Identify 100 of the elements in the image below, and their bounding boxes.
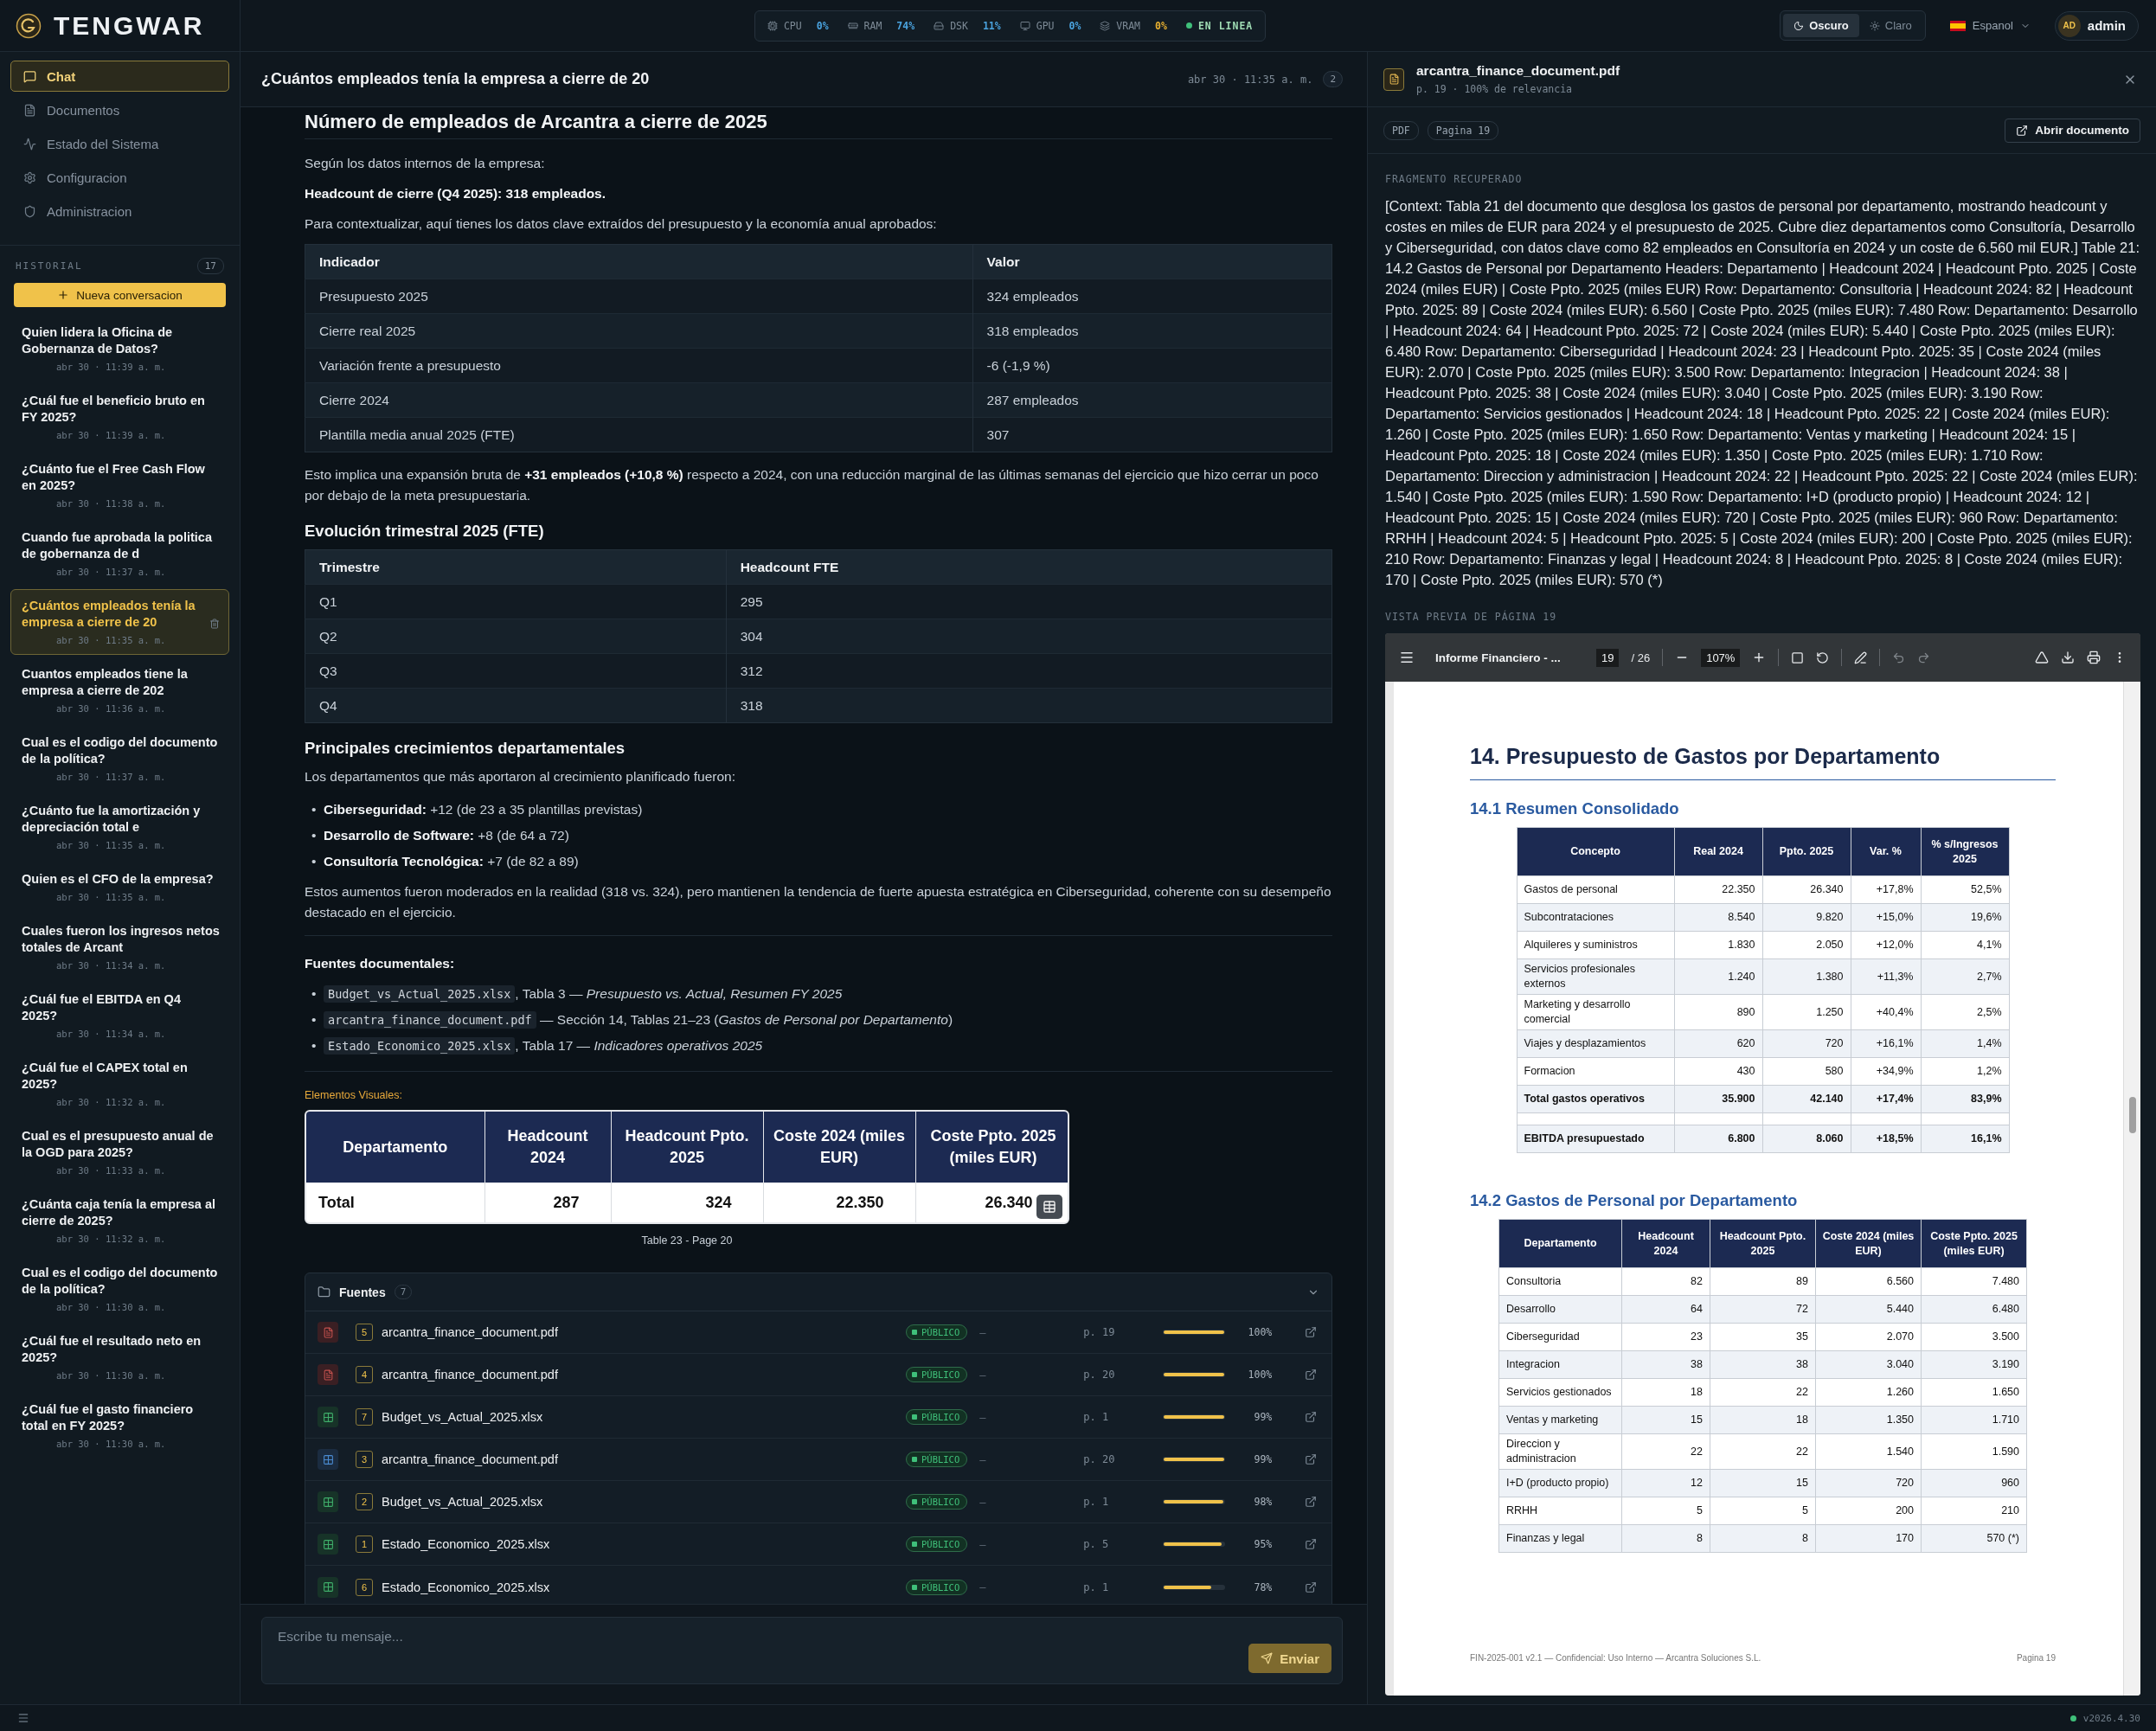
answer-heading: Número de empleados de Arcantra a cierre de 2025 — [305, 111, 1332, 139]
history-item[interactable]: Quien es el CFO de la empresa? abr 30 · 11:35 a. m. — [10, 862, 229, 912]
fit-page-icon[interactable] — [1791, 651, 1805, 664]
page-number: Pagina 19 — [2016, 1653, 2056, 1663]
open-document-button[interactable]: Abrir documento — [2005, 118, 2140, 143]
table-cell: Gastos de personal — [1517, 875, 1674, 904]
external-link-icon[interactable] — [1305, 1369, 1318, 1381]
grid-icon — [322, 1496, 334, 1508]
table-cell: 720 — [1815, 1469, 1922, 1497]
table-cell: Cierre real 2025 — [305, 313, 973, 349]
source-file-name[interactable]: arcantra_finance_document.pdf — [382, 1368, 906, 1382]
history-item[interactable]: ¿Cuál fue el CAPEX total en 2025? abr 30 · 11:32 a. m. — [10, 1051, 229, 1117]
message-input[interactable]: Escribe tu mensaje... Enviar — [261, 1617, 1343, 1684]
theme-option[interactable]: Oscuro — [1783, 14, 1859, 37]
table-cell: 1,4% — [1921, 1029, 2009, 1058]
nav-item[interactable]: Chat — [10, 61, 229, 92]
source-detail: – — [979, 1580, 987, 1593]
fragment-text: [Context: Tabla 21 del documento que desglosa los gastos de personal por departamento, mostrando headcount y costes en miles de EUR para 2024 y el presupuesto de 2025. Cubre diez departamentos como Consultoría, Desarrollo y Ciberseguridad, con datos clave como 82 empleados en Consultoría en 2024 y un coste de 6.560 mil EUR.] Table 21: 14.2 Gastos de Personal por Departamento Headers: Departamento | Headcount 2024 | Headcount Ppto. 2025 | Coste 2024 (miles EUR) | Coste Ppto. 2025 (miles EUR) Row: Departamento: Consultoria | Headcount 2024: 82 | Headcount Ppto. 2025: 89 | Coste 2024 (miles EUR): 6.560 | Coste Ppto. 2025 (miles EUR): 7.480 Row: Departamento: Desarrollo | Headcount 2024: 64 | Headcount Ppto. 2025: 72 | Coste 2024 (miles EUR): 5.440 | Coste Ppto. 2025 (miles EUR): 6.480 Row: Departamento: Ciberseguridad | Headcount 2024: 23 | Headcount Ppto. 2025: 35 | Coste 2024 (miles EUR): 2.070 | Coste Ppto. 2025 (miles EUR): 3.500 Row: Departamento: Integracion | Headcount 2024: 38 | Headcount Ppto. 2025: 38 | Coste 2024 (miles EUR): 3.040 | Coste Ppto. 2025 (miles EUR): 3.190 Row: Departamento: Servicios gestionados | Headcount 2024: 18 | Headcount Ppto. 2025: 22 | Coste 2024 (miles EUR): 1.260 | Coste Ppto. 2025 (miles EUR): 1.650 Row: Departamento: Ventas y marketing | Headcount 2024: 15 | Headcount Ppto. 2025: 18 | Coste 2024 (miles EUR): 1.350 | Coste Ppto. 2025 (miles EUR): 1.710 Row: Departamento: Direccion y administracion | Headcount 2024: 22 | Headcount Ppto. 2025: 22 | Coste 2024 (miles EUR): 1.540 | Coste Ppto. 2025 (miles EUR): 1.590 Row: Departamento: I+D (producto propio) | Headcount 2024: 12 | Headcount Ppto. 2025: 15 | Coste 2024 (miles EUR): 720 | Coste Ppto. 2025 (miles EUR): 960 Row: Departamento: RRHH | Headcount 2024: 5 | Headcount Ppto. 2025: 5 | Coste 2024 (miles EUR): 200 | Coste Ppto. 2025 (miles EUR): 210 Row: Departamento: Finanzas y legal | Headcount 2024: 8 | Headcount Ppto. 2025: 8 | Coste 2024 (miles EUR): 170 | Coste Ppto. 2025 (miles EUR): 570 (*) — [1385, 197, 2140, 589]
table-icon-button[interactable] — [1036, 1195, 1062, 1219]
source-file-name[interactable]: arcantra_finance_document.pdf — [382, 1452, 906, 1466]
history-item[interactable]: ¿Cuánto fue la amortización y depreciación total e abr 30 · 11:35 a. m. — [10, 794, 229, 860]
viewer-title: Informe Financiero - ... — [1435, 651, 1562, 664]
table-cell: 8.540 — [1674, 903, 1762, 932]
table-cell: 307 — [972, 417, 1332, 452]
column-header: Coste 2024 (miles EUR) — [763, 1112, 915, 1183]
citation-number: 6 — [356, 1578, 373, 1596]
version-label: v2026.4.30 — [2069, 1712, 2140, 1724]
table-cell: 22 — [1710, 1433, 1816, 1470]
rotate-icon[interactable] — [1816, 651, 1830, 664]
undo-icon[interactable] — [1892, 651, 1906, 664]
download-icon[interactable] — [2061, 651, 2075, 664]
send-button[interactable]: Enviar — [1248, 1644, 1331, 1673]
table-cell: 23 — [1621, 1323, 1710, 1351]
new-conversation-button[interactable]: Nueva conversacion — [14, 283, 226, 307]
table-cell: EBITDA presupuestado — [1517, 1125, 1674, 1153]
history-item[interactable]: ¿Cuál fue el resultado neto en 2025? abr 30 · 11:30 a. m. — [10, 1324, 229, 1390]
history-item[interactable]: Cuantos empleados tiene la empresa a cierre de 202 abr 30 · 11:36 a. m. — [10, 657, 229, 723]
source-file-name[interactable]: Budget_vs_Actual_2025.xlsx — [382, 1495, 906, 1509]
nav-item[interactable]: Documentos — [10, 94, 229, 125]
external-link-icon[interactable] — [1305, 1538, 1318, 1550]
external-link-icon[interactable] — [1305, 1453, 1318, 1465]
source-file-name[interactable]: Estado_Economico_2025.xlsx — [382, 1537, 906, 1551]
table-cell: Q2 — [305, 619, 727, 654]
language-select[interactable]: Espanol — [1944, 18, 2036, 33]
trash-icon[interactable] — [209, 619, 220, 629]
paragraph: Estos aumentos fueron moderados en la realidad (318 vs. 324), pero mantienen la tendencia de fuerte apuesta estratégica en Ciberseguridad, coherente con su desempeño destacado en el ejercicio. — [305, 883, 1332, 921]
relevance-score: 78% — [1253, 1580, 1273, 1593]
access-badge: PÚBLICO — [906, 1367, 968, 1382]
table-cell: 287 — [484, 1183, 611, 1222]
table-cell: Presupuesto 2025 — [305, 279, 973, 314]
column-header: Coste Ppto. 2025 (miles EUR) — [915, 1112, 1068, 1183]
source-file-name[interactable]: Budget_vs_Actual_2025.xlsx — [382, 1410, 906, 1424]
history-item[interactable]: Cual es el codigo del documento de la política? abr 30 · 11:30 a. m. — [10, 1256, 229, 1322]
table-cell: 15 — [1710, 1469, 1816, 1497]
relevance-score: 95% — [1253, 1538, 1273, 1550]
external-link-icon[interactable] — [1305, 1580, 1318, 1593]
metric-value: 0% — [816, 19, 829, 32]
external-link-icon[interactable] — [1305, 1496, 1318, 1508]
history-item[interactable]: ¿Cuánto fue el Free Cash Flow en 2025? abr 30 · 11:38 a. m. — [10, 452, 229, 518]
history-item[interactable]: ¿Cuál fue el gasto financiero total en FY 2025? abr 30 · 11:30 a. m. — [10, 1393, 229, 1459]
list-item: • Consultoría Tecnológica: +7 (de 82 a 89) — [311, 853, 580, 870]
nav-item[interactable]: Administracion — [10, 196, 229, 227]
section-heading: Principales crecimientos departamentales — [305, 739, 626, 758]
table-cell: +15,0% — [1851, 903, 1921, 932]
history-item[interactable]: Cual es el codigo del documento de la política? abr 30 · 11:37 a. m. — [10, 726, 229, 792]
history-item[interactable]: Cual es el presupuesto anual de la OGD para 2025? abr 30 · 11:33 a. m. — [10, 1119, 229, 1185]
grid-icon — [322, 1538, 334, 1550]
table-cell: 22 — [1710, 1378, 1816, 1407]
source-file-name[interactable]: Estado_Economico_2025.xlsx — [382, 1580, 906, 1594]
pen-icon[interactable] — [1854, 651, 1868, 664]
redo-icon[interactable] — [1917, 651, 1931, 664]
table-cell: 210 — [1921, 1497, 2027, 1525]
source-file-name[interactable]: arcantra_finance_document.pdf — [382, 1325, 906, 1339]
table-cell: 5 — [1621, 1497, 1710, 1525]
nav-item[interactable]: Configuracion — [10, 162, 229, 193]
table-cell: 8 — [1621, 1524, 1710, 1553]
zoom-field[interactable]: 107% — [1701, 648, 1741, 667]
history-item[interactable]: ¿Cuántos empleados tenía la empresa a cierre de 20 abr 30 · 11:35 a. m. — [10, 589, 229, 655]
table-cell: 8.060 — [1762, 1125, 1851, 1153]
menu-icon[interactable] — [1399, 650, 1415, 665]
column-header: Coste 2024 (miles EUR) — [1815, 1219, 1922, 1268]
external-link-icon[interactable] — [1305, 1326, 1318, 1338]
history-item[interactable]: ¿Cuánta caja tenía la empresa al cierre de 2025? abr 30 · 11:32 a. m. — [10, 1188, 229, 1253]
nav-item[interactable]: Estado del Sistema — [10, 128, 229, 159]
cpu-icon — [767, 20, 778, 31]
history-item[interactable]: Cuando fue aprobada la politica de gobernanza de d abr 30 · 11:37 a. m. — [10, 521, 229, 587]
table-cell: 8 — [1710, 1524, 1816, 1553]
table-cell: RRHH — [1498, 1497, 1622, 1525]
page-reference: p. 1 — [1083, 1411, 1110, 1423]
theme-option[interactable]: Claro — [1858, 14, 1922, 37]
paragraph: Esto implica una expansión bruta de +31 empleados (+10,8 %) respecto a 2024, con una reducción marginal de las últimas semanas del ejercicio que hizo cerrar un poco por debajo de la meta presupuestaria. — [305, 466, 1319, 504]
history-item[interactable]: ¿Cuál fue el EBITDA en Q4 2025? abr 30 · 11:34 a. m. — [10, 983, 229, 1048]
print-icon[interactable] — [2087, 651, 2101, 664]
history-item[interactable]: Quien lidera la Oficina de Gobernanza de Datos? abr 30 · 11:39 a. m. — [10, 316, 229, 381]
external-link-icon[interactable] — [1305, 1411, 1318, 1423]
user-menu[interactable]: AD admin — [2054, 10, 2139, 41]
history-item[interactable]: ¿Cuál fue el beneficio bruto en FY 2025? abr 30 · 11:39 a. m. — [10, 384, 229, 450]
table-cell: 6.800 — [1674, 1125, 1762, 1153]
history-item[interactable]: Cuales fueron los ingresos netos totales de Arcant abr 30 · 11:34 a. m. — [10, 914, 229, 980]
page-number-field[interactable]: 19 — [1596, 648, 1620, 667]
